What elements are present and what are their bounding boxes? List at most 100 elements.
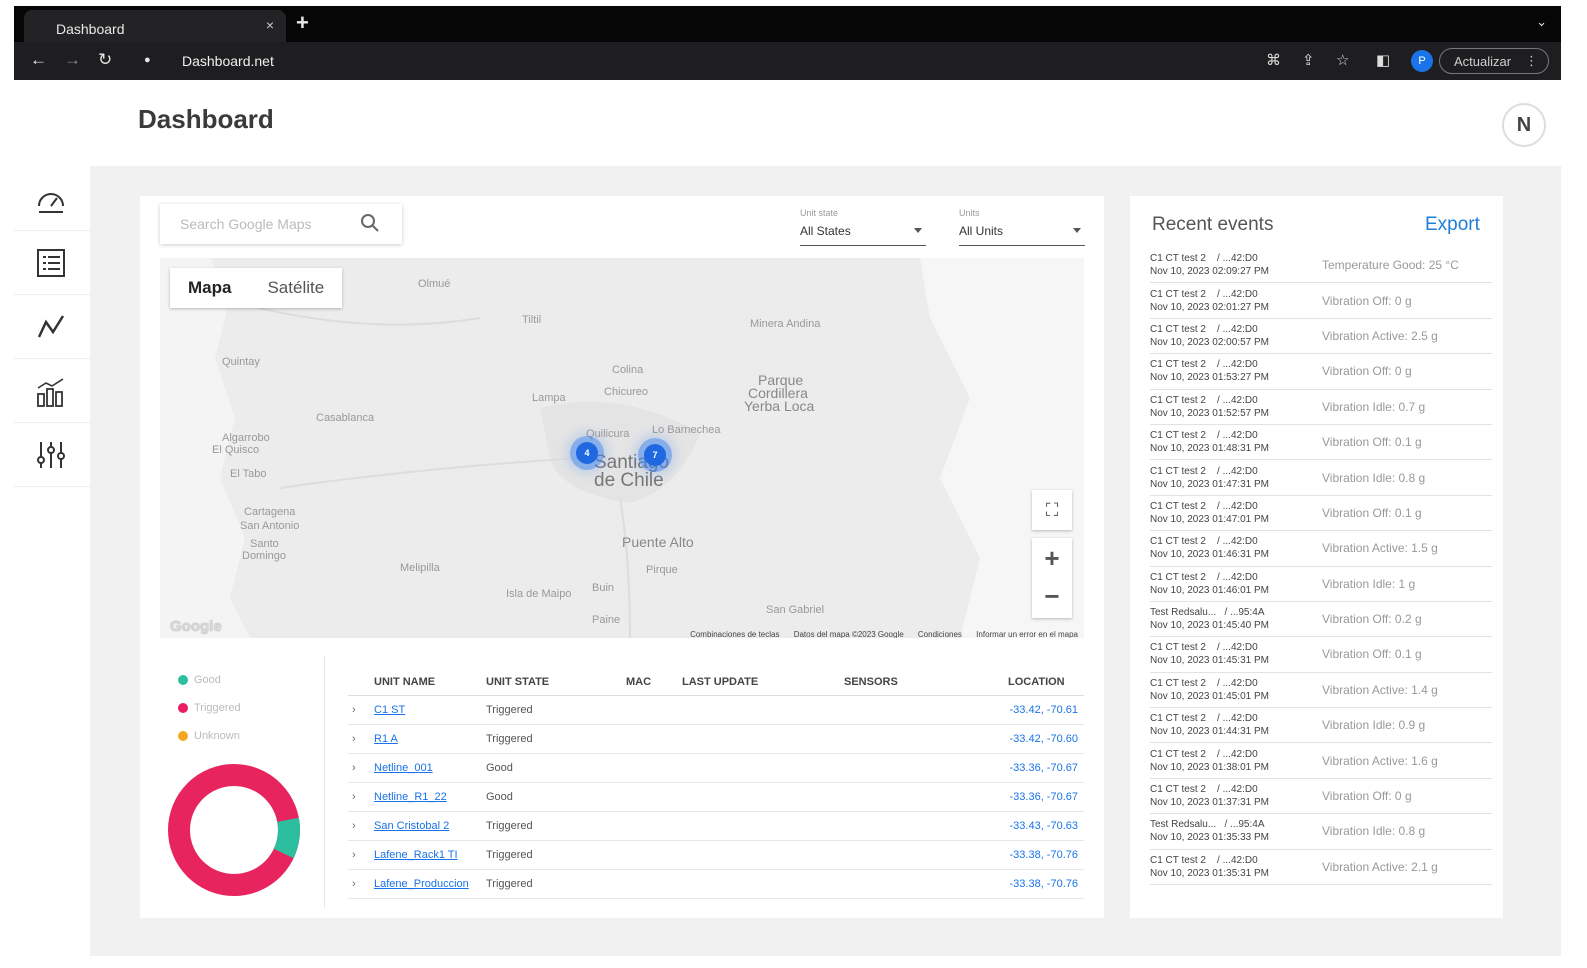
map-type-map[interactable]: Mapa [170, 268, 249, 308]
expand-row-icon[interactable]: › [348, 733, 374, 745]
expand-row-icon[interactable]: › [348, 791, 374, 803]
event-item[interactable]: C1 CT test 2 / ...42:D0 Nov 10, 2023 02:0… [1150, 283, 1492, 319]
map-type-satellite[interactable]: Satélite [249, 268, 342, 308]
event-item[interactable]: C1 CT test 2 / ...42:D0 Nov 10, 2023 01:4… [1150, 673, 1492, 709]
event-item[interactable]: C1 CT test 2 / ...42:D0 Nov 10, 2023 01:3… [1150, 779, 1492, 815]
units-select[interactable]: Units All Units [959, 208, 1085, 246]
map-terms-link[interactable]: Condiciones [918, 630, 962, 638]
table-row[interactable]: › Lafene_Produccion Triggered -33.38, -70.7… [348, 870, 1084, 899]
unit-name-link[interactable]: Lafene_Produccion [374, 878, 486, 890]
unit-name-link[interactable]: San Cristobal 2 [374, 820, 486, 832]
event-device: C1 CT test 2 / ...42:D0 [1150, 677, 1258, 689]
location-link[interactable]: -33.38, -70.76 [982, 849, 1084, 861]
unit-name-link[interactable]: Netline_R1_22 [374, 791, 486, 803]
bar-chart-icon[interactable] [34, 376, 68, 410]
map-place-label: Quilicura [586, 428, 630, 440]
event-item[interactable]: C1 CT test 2 / ...42:D0 Nov 10, 2023 01:5… [1150, 390, 1492, 425]
side-panel-icon[interactable]: ◧ [1376, 51, 1390, 69]
event-item[interactable]: C1 CT test 2 / ...42:D0 Nov 10, 2023 01:3… [1150, 850, 1492, 886]
expand-row-icon[interactable]: › [348, 704, 374, 716]
close-tab-icon[interactable]: × [266, 17, 274, 33]
update-button[interactable]: Actualizar ⋮ [1439, 48, 1549, 74]
event-description: Vibration Off: 0.1 g [1322, 505, 1422, 520]
col-mac[interactable]: MAC [626, 672, 682, 695]
unit-name-link[interactable]: R1 A [374, 733, 486, 745]
line-chart-icon[interactable] [34, 310, 68, 344]
legend-item-triggered: Triggered [178, 694, 241, 722]
col-sensors[interactable]: SENSORS [844, 672, 982, 695]
event-item[interactable]: C1 CT test 2 / ...42:D0 Nov 10, 2023 01:4… [1150, 567, 1492, 602]
location-link[interactable]: -33.36, -70.67 [982, 762, 1084, 774]
event-item[interactable]: C1 CT test 2 / ...42:D0 Nov 10, 2023 01:4… [1150, 708, 1492, 744]
events-list[interactable]: C1 CT test 2 / ...42:D0 Nov 10, 2023 02:0… [1150, 248, 1492, 894]
table-row[interactable]: › Lafene_Rack1 TI Triggered -33.38, -70.76 [348, 841, 1084, 870]
col-last-update[interactable]: LAST UPDATE [682, 672, 844, 695]
table-row[interactable]: › Netline_001 Good -33.36, -70.67 [348, 754, 1084, 783]
url-field[interactable]: Dashboard.net [182, 53, 274, 69]
location-link[interactable]: -33.43, -70.63 [982, 820, 1084, 832]
search-icon[interactable] [360, 213, 380, 233]
tab-search-icon[interactable]: ⌄ [1536, 14, 1547, 30]
location-link[interactable]: -33.38, -70.76 [982, 878, 1084, 890]
event-item[interactable]: C1 CT test 2 / ...42:D0 Nov 10, 2023 01:5… [1150, 354, 1492, 390]
back-icon[interactable]: ← [30, 50, 47, 70]
event-item[interactable]: C1 CT test 2 / ...42:D0 Nov 10, 2023 02:0… [1150, 319, 1492, 355]
browser-menu-icon[interactable]: ⋮ [1525, 53, 1538, 69]
map-report-link[interactable]: Informar un error en el mapa [976, 630, 1078, 638]
event-item[interactable]: Test Redsalu... / ...95:4A Nov 10, 2023 0… [1150, 602, 1492, 638]
dashboard-gauge-icon[interactable] [34, 184, 68, 218]
table-row[interactable]: › R1 A Triggered -33.42, -70.60 [348, 725, 1084, 754]
expand-row-icon[interactable]: › [348, 849, 374, 861]
browser-tab[interactable]: Dashboard × [24, 10, 286, 42]
map-marker-cluster[interactable]: 7 [644, 444, 666, 466]
sliders-settings-icon[interactable] [34, 438, 68, 472]
forward-icon[interactable]: → [64, 50, 81, 70]
unit-name-link[interactable]: Lafene_Rack1 TI [374, 849, 486, 861]
table-row[interactable]: › San Cristobal 2 Triggered -33.43, -70.63 [348, 812, 1084, 841]
zoom-in-icon[interactable]: + [1032, 538, 1072, 578]
map-search-input[interactable] [160, 204, 360, 244]
event-item[interactable]: C1 CT test 2 / ...42:D0 Nov 10, 2023 02:0… [1150, 248, 1492, 284]
col-location[interactable]: LOCATION [982, 672, 1084, 695]
list-icon[interactable] [34, 246, 68, 280]
unit-name-link[interactable]: Netline_001 [374, 762, 486, 774]
event-item[interactable]: C1 CT test 2 / ...42:D0 Nov 10, 2023 01:4… [1150, 531, 1492, 567]
col-unit-state[interactable]: UNIT STATE [486, 672, 626, 695]
event-time: Nov 10, 2023 01:35:33 PM [1150, 832, 1269, 844]
expand-row-icon[interactable]: › [348, 820, 374, 832]
translate-icon[interactable]: ⌘ [1266, 51, 1281, 69]
profile-avatar[interactable]: P [1411, 50, 1433, 72]
bookmark-star-icon[interactable]: ☆ [1336, 51, 1349, 69]
col-unit-name[interactable]: UNIT NAME [374, 672, 486, 695]
event-item[interactable]: C1 CT test 2 / ...42:D0 Nov 10, 2023 01:4… [1150, 637, 1492, 673]
unit-state-cell: Triggered [486, 849, 533, 861]
event-time: Nov 10, 2023 01:38:01 PM [1150, 761, 1269, 773]
location-link[interactable]: -33.36, -70.67 [982, 791, 1084, 803]
reload-icon[interactable]: ↻ [98, 50, 112, 70]
event-item[interactable]: C1 CT test 2 / ...42:D0 Nov 10, 2023 01:4… [1150, 425, 1492, 461]
expand-row-icon[interactable]: › [348, 878, 374, 890]
event-item[interactable]: C1 CT test 2 / ...42:D0 Nov 10, 2023 01:4… [1150, 460, 1492, 496]
map-place-label: Pirque [646, 564, 678, 576]
expand-row-icon[interactable]: › [348, 762, 374, 774]
location-link[interactable]: -33.42, -70.60 [982, 733, 1084, 745]
export-button[interactable]: Export [1425, 214, 1480, 236]
map[interactable]: Mapa Satélite Olmué Tiltil Minera Andina… [160, 258, 1084, 638]
fullscreen-icon[interactable]: ⛶ [1032, 490, 1072, 530]
map-marker-cluster[interactable]: 4 [576, 442, 598, 464]
event-item[interactable]: C1 CT test 2 / ...42:D0 Nov 10, 2023 01:3… [1150, 743, 1492, 779]
location-link[interactable]: -33.42, -70.61 [982, 704, 1084, 716]
map-shortcuts-link[interactable]: Combinaciones de teclas [690, 630, 779, 638]
unit-name-link[interactable]: C1 ST [374, 704, 486, 716]
table-row[interactable]: › Netline_R1_22 Good -33.36, -70.67 [348, 783, 1084, 812]
table-row[interactable]: › C1 ST Triggered -33.42, -70.61 [348, 696, 1084, 725]
event-item[interactable]: C1 CT test 2 / ...42:D0 Nov 10, 2023 01:4… [1150, 496, 1492, 532]
unit-state-select[interactable]: Unit state All States [800, 208, 926, 246]
site-info-icon[interactable]: ● [144, 54, 151, 66]
event-description: Vibration Off: 0 g [1322, 789, 1412, 804]
event-item[interactable]: Test Redsalu... / ...95:4A Nov 10, 2023 0… [1150, 814, 1492, 850]
share-icon[interactable]: ⇪ [1302, 51, 1315, 69]
zoom-out-icon[interactable]: − [1032, 578, 1072, 618]
user-avatar[interactable]: N [1502, 103, 1546, 147]
new-tab-icon[interactable]: + [296, 10, 309, 36]
